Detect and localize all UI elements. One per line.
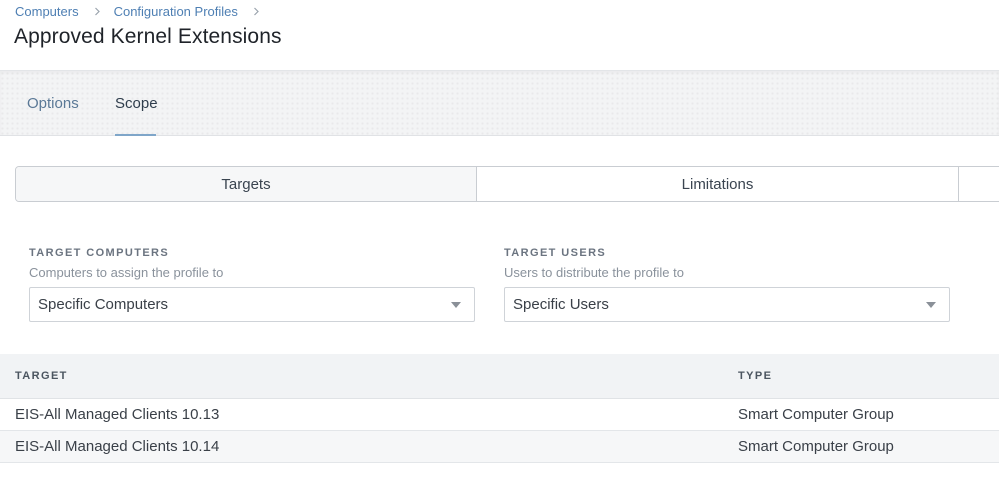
target-users-help: Users to distribute the profile to xyxy=(504,265,684,280)
active-tab-indicator xyxy=(115,134,156,136)
chevron-right-icon xyxy=(253,7,260,16)
segment-limitations[interactable]: Limitations xyxy=(477,167,959,201)
target-users-field: TARGET USERS Users to distribute the pro… xyxy=(504,247,950,322)
caret-down-icon xyxy=(926,301,936,308)
table-header: TARGET TYPE xyxy=(0,354,999,399)
target-users-select[interactable]: Specific Users xyxy=(504,287,950,322)
target-users-label: TARGET USERS xyxy=(504,247,607,259)
segment-targets[interactable]: Targets xyxy=(16,167,477,201)
caret-down-icon xyxy=(451,301,461,308)
cell-type: Smart Computer Group xyxy=(738,438,894,455)
target-computers-label: TARGET COMPUTERS xyxy=(29,247,170,259)
tab-bar: Options Scope xyxy=(0,70,999,136)
targets-table: TARGET TYPE EIS-All Managed Clients 10.1… xyxy=(0,354,999,463)
segment-overflow[interactable] xyxy=(959,167,999,201)
cell-target: EIS-All Managed Clients 10.14 xyxy=(15,438,220,455)
page-header: Computers Configuration Profiles Approve… xyxy=(0,0,999,70)
target-users-value: Specific Users xyxy=(513,296,609,313)
breadcrumb-configuration-profiles-link[interactable]: Configuration Profiles xyxy=(114,4,238,19)
page: Computers Configuration Profiles Approve… xyxy=(0,0,999,502)
breadcrumb-computers-link[interactable]: Computers xyxy=(15,4,79,19)
breadcrumb: Computers Configuration Profiles xyxy=(15,4,273,19)
table-row[interactable]: EIS-All Managed Clients 10.14 Smart Comp… xyxy=(0,431,999,463)
scope-segmented-control: Targets Limitations xyxy=(15,166,999,202)
cell-type: Smart Computer Group xyxy=(738,406,894,423)
tab-options[interactable]: Options xyxy=(27,95,79,112)
target-computers-help: Computers to assign the profile to xyxy=(29,265,224,280)
column-header-type[interactable]: TYPE xyxy=(738,370,772,382)
target-computers-field: TARGET COMPUTERS Computers to assign the… xyxy=(29,247,475,322)
chevron-right-icon xyxy=(94,7,101,16)
cell-target: EIS-All Managed Clients 10.13 xyxy=(15,406,220,423)
target-computers-select[interactable]: Specific Computers xyxy=(29,287,475,322)
table-row[interactable]: EIS-All Managed Clients 10.13 Smart Comp… xyxy=(0,399,999,431)
page-title: Approved Kernel Extensions xyxy=(14,25,282,48)
column-header-target[interactable]: TARGET xyxy=(15,370,68,382)
target-computers-value: Specific Computers xyxy=(38,296,169,313)
tab-scope[interactable]: Scope xyxy=(115,95,158,112)
